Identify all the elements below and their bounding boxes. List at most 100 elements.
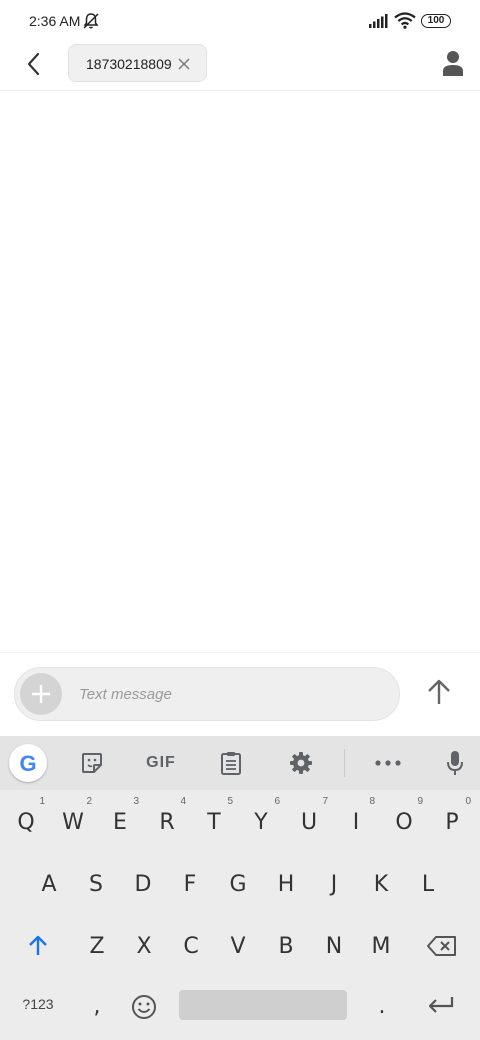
key-label: F [183,872,197,897]
key-label: W [62,810,84,835]
clipboard-button[interactable] [218,748,244,778]
enter-icon [428,997,454,1013]
key-label: I [352,810,360,835]
key-label: X [136,934,152,959]
message-input[interactable] [79,668,379,720]
key-label: G [229,872,247,897]
send-arrow-icon[interactable] [426,678,452,706]
status-time: 2:36 AM [29,13,81,29]
key-u[interactable]: 7 U [287,796,331,848]
key-d[interactable]: D [121,860,165,910]
key-q[interactable]: 1 Q [4,796,48,848]
more-button[interactable] [374,748,402,778]
key-s[interactable]: S [74,860,118,910]
key-period[interactable]: . [360,982,404,1032]
mic-icon [447,751,463,775]
battery-level: 100 [427,15,445,26]
attach-button[interactable] [20,673,62,715]
keyboard-toolbar: G GIF [0,736,480,790]
key-f[interactable]: F [168,860,212,910]
back-arrow-icon[interactable] [22,50,46,78]
key-k[interactable]: K [359,860,403,910]
key-label: B [278,934,294,959]
key-x[interactable]: X [122,922,166,972]
toolbar-divider [344,749,345,777]
key-n[interactable]: N [312,922,356,972]
compose-field [14,667,400,721]
status-bar: 2:36 AM 100 [0,0,480,44]
key-label: R [159,810,175,835]
key-label: Y [254,810,268,835]
key-z[interactable]: Z [75,922,119,972]
key-y[interactable]: 6 Y [239,796,283,848]
signal-icon [369,14,388,28]
battery-icon: 100 [421,14,451,28]
emoji-icon [132,995,156,1019]
plus-icon [32,685,50,703]
recipient-chip[interactable]: 18730218809 [68,44,207,82]
key-m[interactable]: M [359,922,403,972]
key-e[interactable]: 3 E [98,796,142,848]
symbols-key[interactable]: ?123 [14,980,62,1030]
key-label: D [134,872,152,897]
backspace-key[interactable] [420,922,464,972]
key-label: S [89,872,103,897]
settings-button[interactable] [288,748,314,778]
key-l[interactable]: L [406,860,450,910]
space-key[interactable] [179,990,347,1020]
key-g[interactable]: G [216,860,260,910]
message-thread-area [0,91,480,651]
sticker-button[interactable] [78,748,106,778]
key-hint: 5 [227,796,233,807]
key-label: E [113,810,127,835]
key-w[interactable]: 2 W [51,796,95,848]
key-c[interactable]: C [169,922,213,972]
key-t[interactable]: 5 T [192,796,236,848]
key-hint: 2 [86,796,92,807]
key-i[interactable]: 8 I [334,796,378,848]
symbols-key-label: ?123 [22,996,54,1012]
key-r[interactable]: 4 R [145,796,189,848]
key-hint: 1 [39,796,45,807]
contact-person-icon[interactable] [441,50,465,76]
key-label: C [183,934,199,959]
key-label: U [300,810,318,835]
key-j[interactable]: J [312,860,356,910]
key-label: A [41,872,57,897]
key-a[interactable]: A [27,860,71,910]
key-label: L [421,872,435,897]
close-icon[interactable] [177,57,191,71]
key-label: N [325,934,343,959]
key-label: J [330,872,338,897]
gif-label: GIF [146,754,176,771]
gear-icon [290,752,312,774]
more-dots-icon [375,760,401,766]
key-label: . [378,994,386,1019]
enter-key[interactable] [418,982,462,1032]
key-hint: 9 [417,796,423,807]
google-icon: G [19,751,37,776]
key-p[interactable]: 0 P [430,796,474,848]
gif-button[interactable]: GIF [141,748,181,778]
voice-input-button[interactable] [444,748,466,778]
key-label: M [371,934,391,959]
key-b[interactable]: B [264,922,308,972]
key-hint: 0 [465,796,471,807]
key-o[interactable]: 9 O [382,796,426,848]
key-comma[interactable]: , [75,982,119,1032]
key-hint: 3 [133,796,139,807]
key-h[interactable]: H [264,860,308,910]
key-v[interactable]: V [216,922,260,972]
key-label: H [277,872,295,897]
shift-arrow-icon [29,935,47,955]
key-label: V [230,934,246,959]
emoji-key[interactable] [122,982,166,1032]
key-label: , [93,994,101,1019]
shift-key[interactable] [16,922,60,972]
key-hint: 8 [369,796,375,807]
google-search-button[interactable]: G [9,744,47,782]
key-label: T [207,810,221,835]
clipboard-icon [221,752,241,775]
key-hint: 6 [274,796,280,807]
key-hint: 7 [322,796,328,807]
